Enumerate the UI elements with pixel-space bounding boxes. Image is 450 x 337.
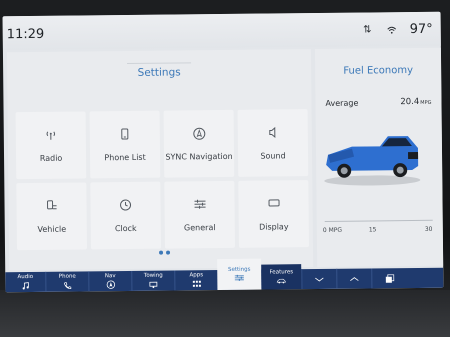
nav-screen-switch-button[interactable] [372,268,406,288]
settings-sliders-icon [234,273,244,282]
phone-list-icon [118,127,132,141]
display-icon [266,196,280,210]
fuel-economy-panel[interactable]: Fuel Economy Average 20.4MPG 0 MPG 15 30 [314,47,444,268]
navigation-icon [105,280,115,289]
settings-tile-phone-list[interactable]: Phone List [89,110,161,179]
tile-label: General [183,223,216,233]
tile-label: SYNC Navigation [165,151,233,162]
nav-expand-button[interactable] [337,268,371,288]
settings-tile-general[interactable]: General [164,180,236,249]
scale-mid-label: 15 [368,226,377,234]
average-label: Average [325,98,359,108]
tile-label: Sound [260,151,286,161]
status-bar: 11:29 ⇅ 97° [2,11,441,51]
chevron-down-icon [314,275,324,284]
infotainment-screen: 11:29 ⇅ 97° Settings Radio Phone List SY… [2,11,444,293]
settings-tile-sound[interactable]: Sound [237,109,309,177]
tile-label: Clock [114,223,137,234]
tile-label: Vehicle [37,224,67,234]
page-indicator [159,250,171,255]
nav-features[interactable]: Features [261,264,302,290]
settings-tile-clock[interactable]: Clock [90,181,162,250]
car-features-icon [276,276,287,285]
clock-icon [118,198,132,212]
nav-label: Features [269,268,294,276]
phone-icon [62,281,72,290]
dashboard-trim [0,290,450,337]
page-dot-1[interactable] [159,250,164,255]
radio-antenna-icon [44,128,58,142]
settings-grid: Radio Phone List SYNC Navigation Sound V… [15,109,310,251]
nav-audio[interactable]: Audio [5,272,45,292]
outside-temperature: 97° [409,21,433,38]
speaker-icon [266,125,280,139]
fuel-scale-line [324,219,433,222]
copy-screens-icon [384,274,394,283]
nav-label: Nav [104,273,116,280]
tile-label: Display [258,222,289,232]
settings-title: Settings [137,66,181,79]
chevron-up-icon [349,275,359,284]
trailer-icon [148,280,158,289]
nav-label: Phone [58,273,76,280]
settings-panel: Settings Radio Phone List SYNC Navigatio… [6,49,314,271]
tile-label: Radio [39,153,63,163]
nav-apps[interactable]: Apps [175,270,217,290]
nav-navigation[interactable]: Nav [89,271,131,291]
title-divider [127,62,192,64]
vehicle-settings-icon [44,199,58,213]
apps-grid-icon [191,279,201,288]
data-transfer-icon: ⇅ [363,24,378,36]
status-clock: 11:29 [6,26,45,43]
nav-label: Settings [227,266,251,273]
pickup-truck-image [324,136,421,186]
fuel-economy-title: Fuel Economy [343,65,414,77]
settings-tile-radio[interactable]: Radio [15,111,87,180]
music-note-icon [20,281,30,290]
nav-label: Apps [189,272,204,279]
wifi-icon [377,24,397,35]
nav-phone[interactable]: Phone [46,271,88,291]
settings-tile-vehicle[interactable]: Vehicle [16,182,88,251]
nav-label: Audio [17,273,34,281]
page-dot-2[interactable] [166,250,171,255]
nav-collapse-button[interactable] [302,269,336,289]
navigation-compass-icon [192,126,206,140]
nav-towing[interactable]: Towing [132,271,174,291]
scale-min-label: 0 MPG [322,226,343,234]
nav-label: Towing [143,272,163,279]
sliders-icon [192,197,206,211]
average-value: 20.4MPG [400,96,432,108]
settings-tile-display[interactable]: Display [238,180,310,248]
settings-tile-sync-navigation[interactable]: SYNC Navigation [163,109,235,178]
scale-max-label: 30 [424,225,433,233]
nav-settings[interactable]: Settings [217,258,262,291]
status-icons: ⇅ [363,24,397,36]
tile-label: Phone List [104,152,146,163]
